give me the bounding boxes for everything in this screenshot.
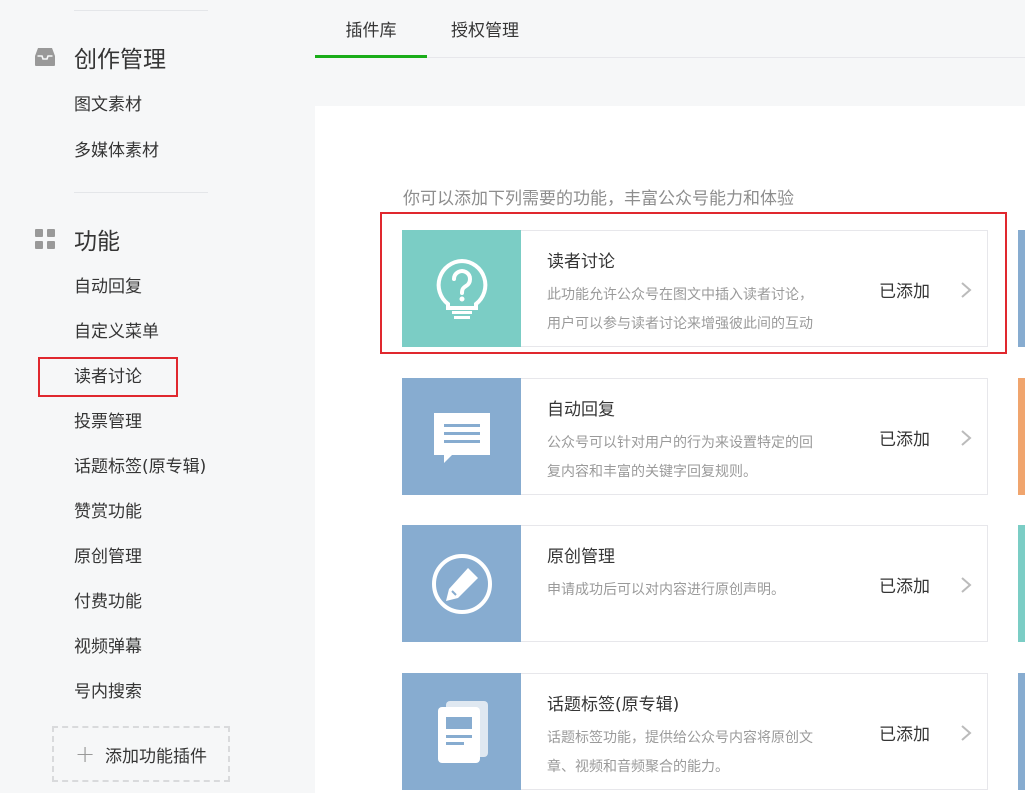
desc-line: 复内容和丰富的关键字回复规则。: [547, 464, 757, 480]
message-icon: [402, 378, 521, 495]
tab-authorization[interactable]: 授权管理: [437, 0, 533, 57]
highlight-box: [38, 357, 178, 397]
status-added: 已添加: [879, 725, 930, 745]
next-card-edge: [1018, 525, 1025, 642]
sidebar-item-auto-reply[interactable]: 自动回复: [74, 276, 142, 298]
desc-line: 申请成功后可以对内容进行原创声明。: [547, 582, 785, 598]
desc-line: 公众号可以针对用户的行为来设置特定的回: [547, 435, 813, 451]
chevron-right-icon: [961, 577, 972, 593]
intro-text: 你可以添加下列需要的功能，丰富公众号能力和体验: [403, 189, 794, 209]
add-plugin-button[interactable]: + 添加功能插件: [52, 726, 230, 782]
plus-icon: +: [74, 740, 96, 768]
next-card-edge: [1018, 673, 1025, 790]
section-title: 功能: [74, 229, 120, 255]
tab-bar: 插件库 授权管理: [315, 0, 1025, 58]
grid-icon: [34, 228, 56, 250]
section-content-management: 创作管理: [34, 40, 166, 74]
pencil-circle-icon: [402, 525, 521, 642]
sidebar-item-originality[interactable]: 原创管理: [74, 546, 142, 568]
desc-line: 话题标签功能，提供给公众号内容将原创文: [547, 730, 813, 746]
desc-line: 章、视频和音频聚合的能力。: [547, 759, 729, 775]
plugin-description: 申请成功后可以对内容进行原创声明。: [547, 576, 847, 605]
highlight-box: [380, 212, 1007, 354]
plugin-description: 公众号可以针对用户的行为来设置特定的回 复内容和丰富的关键字回复规则。: [547, 429, 847, 487]
chevron-right-icon: [961, 430, 972, 446]
sidebar-item-articles[interactable]: 图文素材: [74, 94, 142, 116]
inbox-icon: [34, 46, 56, 68]
plugin-name: 自动回复: [547, 400, 615, 420]
tab-label: 授权管理: [451, 21, 519, 41]
sidebar-divider: [74, 192, 208, 193]
sidebar-item-topic-tags[interactable]: 话题标签(原专辑): [74, 456, 206, 478]
sidebar-item-media[interactable]: 多媒体素材: [74, 140, 159, 162]
album-icon: [402, 673, 521, 790]
sidebar-item-search[interactable]: 号内搜索: [74, 681, 142, 703]
next-card-edge: [1018, 378, 1025, 495]
tab-plugin-library[interactable]: 插件库: [315, 0, 427, 58]
tab-label: 插件库: [345, 21, 397, 41]
plugin-name: 话题标签(原专辑): [547, 695, 680, 715]
sidebar-item-paid[interactable]: 付费功能: [74, 591, 142, 613]
plugin-card-originality[interactable]: 原创管理 申请成功后可以对内容进行原创声明。 已添加: [402, 525, 988, 642]
sidebar: 创作管理 图文素材 多媒体素材 功能 自动回复 自定义菜单 读者讨论 投票管理 …: [0, 0, 300, 793]
chevron-right-icon: [961, 725, 972, 741]
sidebar-divider: [74, 10, 208, 11]
next-card-edge: [1018, 230, 1025, 347]
sidebar-item-custom-menu[interactable]: 自定义菜单: [74, 321, 159, 343]
plugin-description: 话题标签功能，提供给公众号内容将原创文 章、视频和音频聚合的能力。: [547, 724, 847, 782]
plugin-name: 原创管理: [547, 547, 615, 567]
sidebar-item-video-danmaku[interactable]: 视频弹幕: [74, 636, 142, 658]
status-added: 已添加: [879, 577, 930, 597]
status-added: 已添加: [879, 430, 930, 450]
plugin-card-auto-reply[interactable]: 自动回复 公众号可以针对用户的行为来设置特定的回 复内容和丰富的关键字回复规则。…: [402, 378, 988, 495]
section-title: 创作管理: [74, 47, 166, 73]
sidebar-item-appreciation[interactable]: 赞赏功能: [74, 501, 142, 523]
add-plugin-label: 添加功能插件: [105, 746, 208, 767]
sidebar-item-voting[interactable]: 投票管理: [74, 411, 142, 433]
section-features: 功能: [34, 222, 120, 256]
plugin-card-topic-tags[interactable]: 话题标签(原专辑) 话题标签功能，提供给公众号内容将原创文 章、视频和音频聚合的…: [402, 673, 988, 790]
